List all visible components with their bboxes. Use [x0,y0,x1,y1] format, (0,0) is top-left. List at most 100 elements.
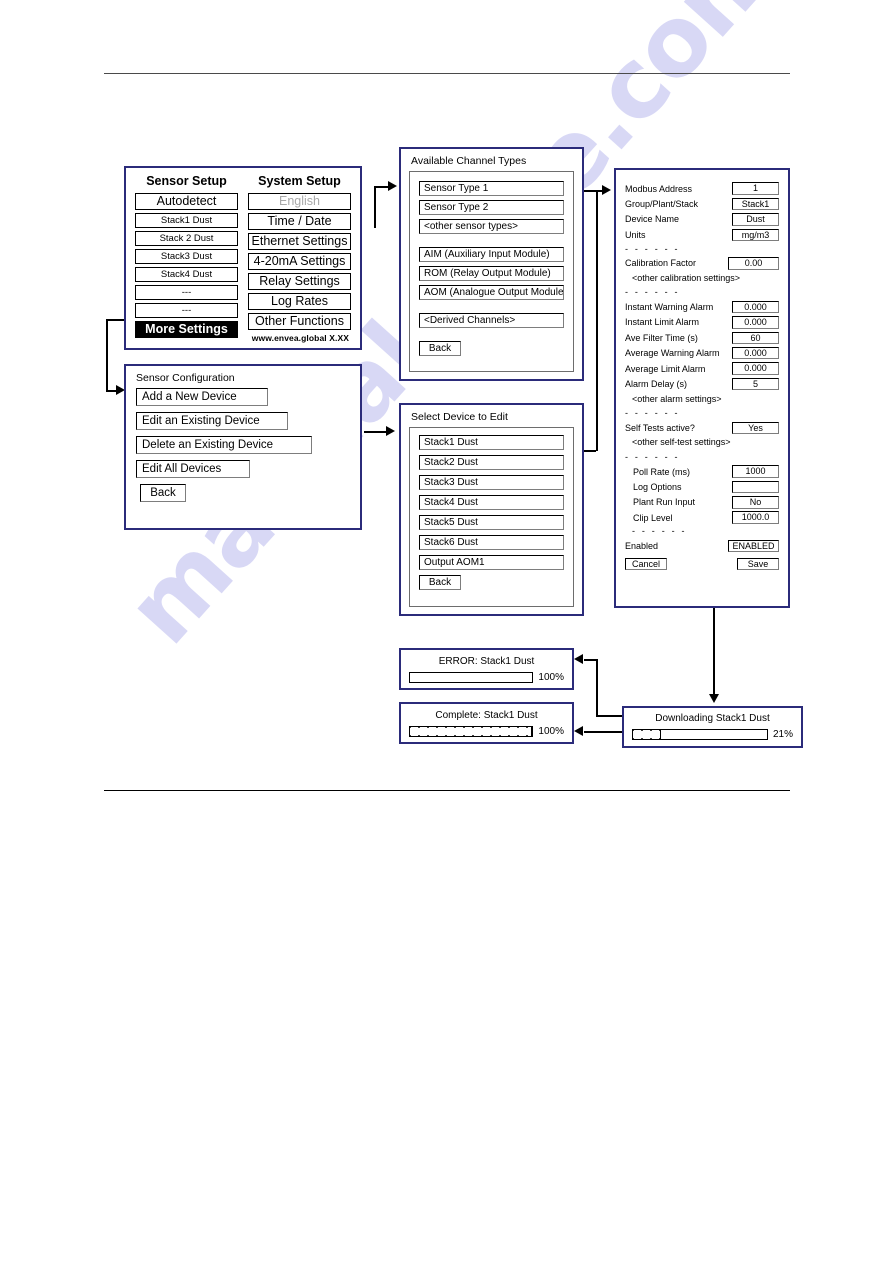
header-rule [104,73,790,74]
note-other-calibration-settings[interactable]: <other calibration settings> [625,271,779,286]
field-log-options[interactable] [732,480,779,494]
channel-type-aom[interactable]: AOM (Analogue Output Module) [419,285,564,300]
note-other-alarm-settings[interactable]: <other alarm settings> [625,392,779,407]
sensor-button-stack1[interactable]: Stack1 Dust [135,213,238,228]
connector-more-settings-v [106,319,108,391]
field-calibration-factor[interactable]: 0.00 [728,257,779,270]
error-progress-percent: 100% [538,672,564,683]
system-button-log-rates[interactable]: Log Rates [248,293,351,310]
separator-2: - - - - - - [625,287,680,298]
field-instant-warning-alarm[interactable]: 0.000 [732,300,779,314]
downloading-progress-bar [632,729,768,740]
field-average-limit-alarm[interactable]: 0.000 [732,362,779,375]
label-group-plant-stack: Group/Plant/Stack [625,199,699,210]
select-device-panel: Select Device to Edit Stack1 Dust Stack2… [399,403,584,616]
label-alarm-delay: Alarm Delay (s) [625,378,688,389]
manual-page: manualshive.com Sensor Setup Autodetect … [0,0,893,1263]
connector-download-to-complete-h [584,731,624,733]
system-button-language[interactable]: English [248,193,351,210]
downloading-progress-fill [633,730,662,739]
device-item-stack1-dust[interactable]: Stack1 Dust [419,435,564,450]
device-item-stack3-dust[interactable]: Stack3 Dust [419,475,564,490]
downloading-dialog: Downloading Stack1 Dust 21% [622,706,803,748]
field-self-tests-active[interactable]: Yes [732,421,779,435]
field-plant-run-input[interactable]: No [732,496,779,509]
setting-row-ave-filter-time: Ave Filter Time (s) 60 [625,330,779,345]
field-alarm-delay[interactable]: 5 [732,377,779,391]
label-poll-rate: Poll Rate (ms) [633,466,691,477]
connector-more-settings-h1 [106,319,126,321]
sensor-button-autodetect[interactable]: Autodetect [135,193,238,210]
sensor-button-empty-1[interactable]: --- [135,285,238,300]
setting-row-average-warning-alarm: Average Warning Alarm 0.000 [625,346,779,361]
note-other-self-test-settings[interactable]: <other self-test settings> [625,435,779,450]
device-item-stack4-dust[interactable]: Stack4 Dust [419,495,564,510]
label-modbus-address: Modbus Address [625,183,693,194]
save-button[interactable]: Save [737,557,779,571]
channel-type-other-sensor-types[interactable]: <other sensor types> [419,219,564,234]
field-modbus-address[interactable]: 1 [732,182,779,195]
label-plant-run-input: Plant Run Input [633,497,696,508]
config-item-edit-all-devices[interactable]: Edit All Devices [136,460,250,478]
complete-dialog-caption: Complete: Stack1 Dust [435,710,538,721]
sensor-button-stack4[interactable]: Stack4 Dust [135,267,238,282]
cancel-button[interactable]: Cancel [625,557,667,571]
device-item-output-aom1[interactable]: Output AOM1 [419,555,564,570]
sensor-button-stack3[interactable]: Stack3 Dust [135,249,238,264]
channel-type-aim[interactable]: AIM (Auxiliary Input Module) [419,247,564,262]
device-settings-panel: Modbus Address 1 Group/Plant/Stack Stack… [614,168,790,608]
label-device-name: Device Name [625,214,680,225]
field-average-warning-alarm[interactable]: 0.000 [732,346,779,360]
system-button-relay-settings[interactable]: Relay Settings [248,273,351,290]
field-poll-rate[interactable]: 1000 [732,465,779,478]
channel-type-rom[interactable]: ROM (Relay Output Module) [419,266,564,281]
setting-row-units: Units mg/m3 [625,227,779,242]
field-group-plant-stack[interactable]: Stack1 [732,197,779,211]
device-item-stack6-dust[interactable]: Stack6 Dust [419,535,564,550]
sensor-button-empty-2[interactable]: --- [135,303,238,318]
label-ave-filter-time: Ave Filter Time (s) [625,332,698,343]
field-enabled[interactable]: ENABLED [728,539,779,553]
complete-progress-percent: 100% [538,726,564,737]
complete-progress-fill [410,727,533,736]
field-ave-filter-time[interactable]: 60 [732,331,779,345]
system-button-ethernet-settings[interactable]: Ethernet Settings [248,233,351,250]
config-item-add-new-device[interactable]: Add a New Device [136,388,268,406]
system-button-4-20ma-settings[interactable]: 4-20mA Settings [248,253,351,270]
channel-type-derived-channels[interactable]: <Derived Channels> [419,313,564,328]
field-units[interactable]: mg/m3 [732,228,779,242]
channel-types-back-button[interactable]: Back [419,341,461,356]
separator-4: - - - - - - [625,451,680,462]
device-item-stack5-dust[interactable]: Stack5 Dust [419,515,564,530]
field-clip-level[interactable]: 1000.0 [732,511,779,524]
label-calibration-factor: Calibration Factor [625,258,697,269]
setup-screen-footer: www.envea.global X.XX [251,333,349,343]
config-item-edit-existing-device[interactable]: Edit an Existing Device [136,412,288,430]
system-button-other-functions[interactable]: Other Functions [248,313,351,330]
select-device-back-button[interactable]: Back [419,575,461,590]
channel-type-sensor-type-1[interactable]: Sensor Type 1 [419,181,564,196]
setting-row-poll-rate: Poll Rate (ms) 1000 [625,464,779,479]
arrow-to-complete [574,726,583,736]
arrow-to-select-device [386,426,395,436]
separator-1: - - - - - - [625,243,680,254]
system-button-time-date[interactable]: Time / Date [248,213,351,230]
sensor-button-stack2[interactable]: Stack 2 Dust [135,231,238,246]
connector-download-to-error-v [596,659,598,716]
field-instant-limit-alarm[interactable]: 0.000 [732,316,779,329]
setting-row-group-plant-stack: Group/Plant/Stack Stack1 [625,196,779,211]
error-progress-bar [409,672,534,683]
error-dialog-caption: ERROR: Stack1 Dust [438,656,535,667]
channel-type-sensor-type-2[interactable]: Sensor Type 2 [419,200,564,215]
label-units: Units [625,229,646,240]
field-device-name[interactable]: Dust [732,213,779,226]
sensor-button-more-settings[interactable]: More Settings [135,321,238,338]
downloading-dialog-caption: Downloading Stack1 Dust [655,713,770,724]
config-item-delete-existing-device[interactable]: Delete an Existing Device [136,436,312,454]
config-item-back[interactable]: Back [140,484,186,502]
setting-row-instant-limit-alarm: Instant Limit Alarm 0.000 [625,315,779,330]
device-item-stack2-dust[interactable]: Stack2 Dust [419,455,564,470]
connector-setup-to-channels-v [374,186,376,228]
arrow-to-channels [388,181,397,191]
downloading-progress-percent: 21% [772,729,793,740]
